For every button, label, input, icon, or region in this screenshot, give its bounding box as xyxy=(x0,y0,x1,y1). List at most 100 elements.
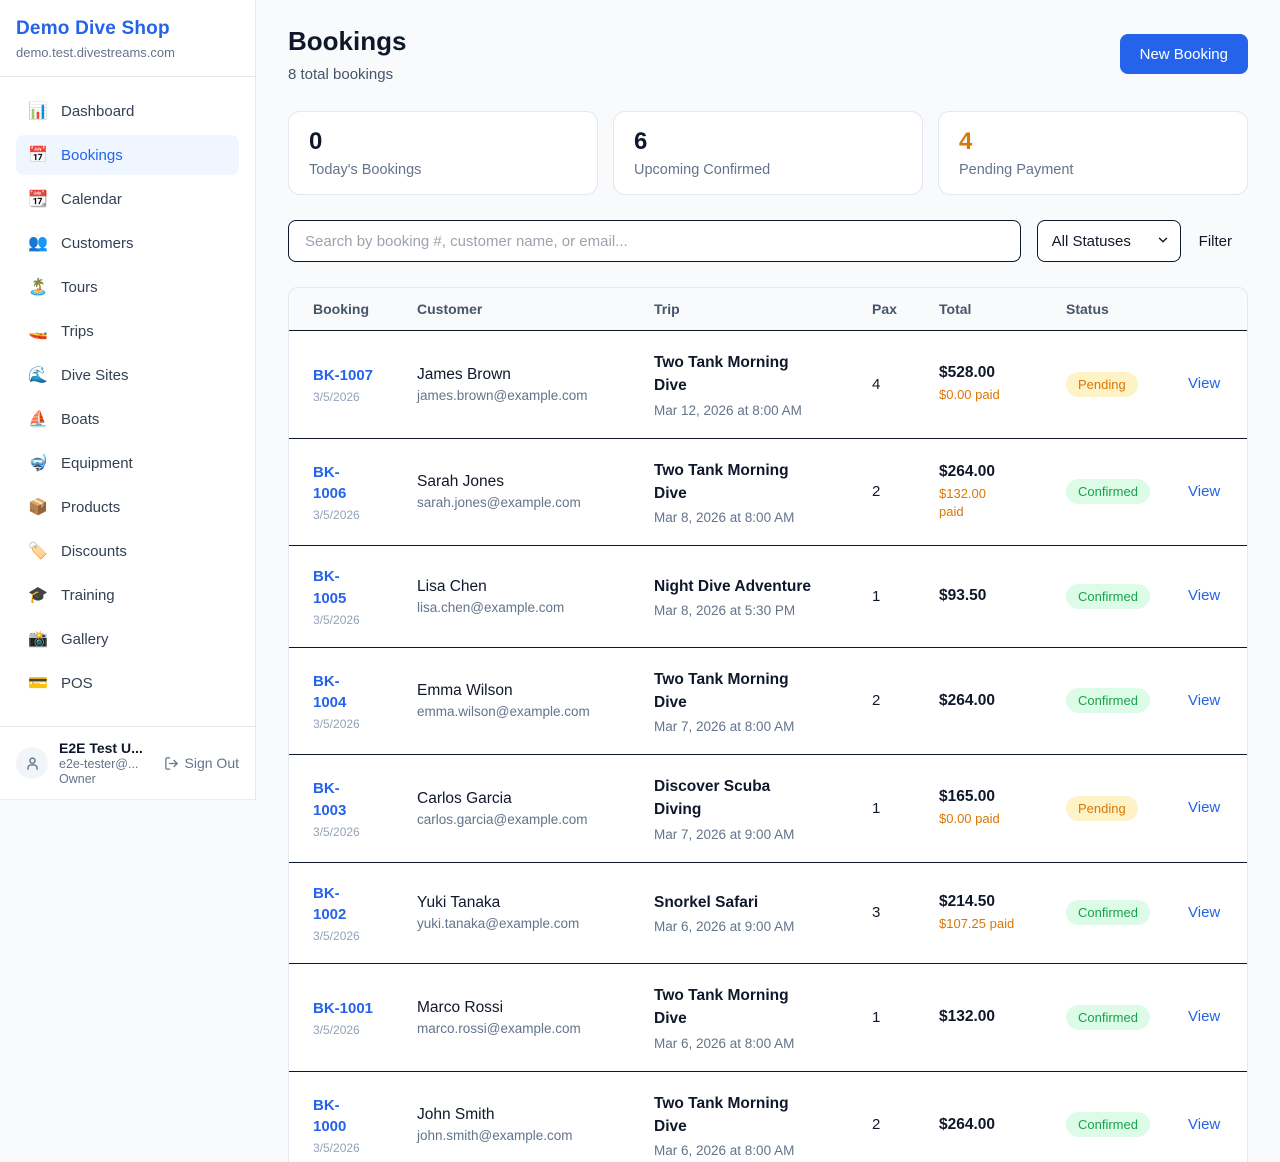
status-badge: Confirmed xyxy=(1066,479,1150,504)
sidebar-item-label: Dive Sites xyxy=(61,367,129,384)
status-select[interactable]: All Statuses xyxy=(1037,220,1181,262)
customer-name: Yuki Tanaka xyxy=(417,894,622,912)
sidebar-item-bookings[interactable]: 📅Bookings xyxy=(16,135,239,175)
trip-datetime: Mar 6, 2026 at 9:00 AM xyxy=(654,919,840,934)
booking-link[interactable]: BK-1001 xyxy=(313,998,373,1020)
sidebar-item-equipment[interactable]: 🤿 Equipment xyxy=(16,443,239,483)
sidebar-item-tours[interactable]: 🏝️Tours xyxy=(16,267,239,307)
customer-name: Lisa Chen xyxy=(417,578,622,596)
page-header: Bookings 8 total bookings New Booking xyxy=(288,26,1248,83)
sidebar-item-dashboard[interactable]: 📊Dashboard xyxy=(16,91,239,131)
view-link[interactable]: View xyxy=(1188,483,1220,500)
sidebar-item-label: Customers xyxy=(61,235,134,252)
column-header-actions xyxy=(1172,288,1247,331)
sidebar: Demo Dive Shop demo.test.divestreams.com… xyxy=(0,0,256,800)
sidebar-item-customers[interactable]: 👥 Customers xyxy=(16,223,239,263)
diving-mask-icon: 🤿 xyxy=(28,453,48,473)
pax-value: 3 xyxy=(856,862,923,964)
paid-amount: $0.00 paid xyxy=(939,810,1034,828)
booking-date: 3/5/2026 xyxy=(313,613,385,627)
booking-date: 3/5/2026 xyxy=(313,929,385,943)
stat-value: 0 xyxy=(309,129,577,155)
sidebar-item-discounts[interactable]: 🏷️Discounts xyxy=(16,531,239,571)
sidebar-item-training[interactable]: 🎓Training xyxy=(16,575,239,615)
view-link[interactable]: View xyxy=(1188,587,1220,604)
booking-link[interactable]: BK- 1002 xyxy=(313,883,346,927)
trip-datetime: Mar 12, 2026 at 8:00 AM xyxy=(654,403,840,418)
customer-name: Emma Wilson xyxy=(417,682,622,700)
booking-link[interactable]: BK- 1005 xyxy=(313,566,346,610)
customer-email: james.brown@example.com xyxy=(417,388,622,403)
booking-date: 3/5/2026 xyxy=(313,825,385,839)
user-meta: E2E Test U... e2e-tester@... Owner xyxy=(59,740,153,786)
trip-datetime: Mar 8, 2026 at 8:00 AM xyxy=(654,510,840,525)
view-link[interactable]: View xyxy=(1188,1116,1220,1133)
customer-name: Sarah Jones xyxy=(417,473,622,491)
people-icon: 👥 xyxy=(28,233,48,253)
booking-link[interactable]: BK- 1000 xyxy=(313,1095,346,1139)
filter-button[interactable]: Filter xyxy=(1197,233,1248,250)
column-header-customer: Customer xyxy=(401,288,638,331)
booking-date: 3/5/2026 xyxy=(313,717,385,731)
sidebar-item-boats[interactable]: ⛵Boats xyxy=(16,399,239,439)
trip-name: Discover Scuba Diving xyxy=(654,775,840,822)
view-link[interactable]: View xyxy=(1188,692,1220,709)
bookings-table: Booking Customer Trip Pax Total Status B… xyxy=(289,288,1247,1162)
stat-label: Pending Payment xyxy=(959,162,1227,178)
trip-name: Two Tank Morning Dive xyxy=(654,351,840,398)
pax-value: 2 xyxy=(856,438,923,546)
avatar xyxy=(16,747,48,779)
filter-row: All Statuses Filter xyxy=(288,220,1248,262)
bar-chart-icon: 📊 xyxy=(28,101,48,121)
sidebar-item-label: Training xyxy=(61,587,115,604)
booking-date: 3/5/2026 xyxy=(313,390,385,404)
sidebar-item-products[interactable]: 📦Products xyxy=(16,487,239,527)
booking-link[interactable]: BK- 1006 xyxy=(313,462,346,506)
view-link[interactable]: View xyxy=(1188,904,1220,921)
sidebar-item-calendar[interactable]: 📆 Calendar xyxy=(16,179,239,219)
status-badge: Confirmed xyxy=(1066,900,1150,925)
booking-link[interactable]: BK-1007 xyxy=(313,365,373,387)
customer-name: Marco Rossi xyxy=(417,999,622,1017)
total-amount: $264.00 xyxy=(939,463,1034,481)
user-name: E2E Test U... xyxy=(59,740,153,756)
sidebar-item-trips[interactable]: 🚤Trips xyxy=(16,311,239,351)
trip-name: Night Dive Adventure xyxy=(654,575,840,598)
sidebar-item-label: Discounts xyxy=(61,543,127,560)
customer-email: carlos.garcia@example.com xyxy=(417,812,622,827)
stat-value: 4 xyxy=(959,129,1227,155)
user-email: e2e-tester@... xyxy=(59,757,153,771)
sign-out-button[interactable]: Sign Out xyxy=(164,755,239,771)
table-row: BK-10013/5/2026 Marco Rossimarco.rossi@e… xyxy=(289,964,1247,1072)
total-amount: $165.00 xyxy=(939,788,1034,806)
sidebar-item-dive-sites[interactable]: 🌊Dive Sites xyxy=(16,355,239,395)
stat-card-pending-payment: 4 Pending Payment xyxy=(938,111,1248,195)
paid-amount: $0.00 paid xyxy=(939,386,1034,404)
column-header-trip: Trip xyxy=(638,288,856,331)
booking-link[interactable]: BK- 1004 xyxy=(313,671,346,715)
sidebar-item-label: Calendar xyxy=(61,191,122,208)
new-booking-button[interactable]: New Booking xyxy=(1120,34,1248,74)
table-row: BK-10073/5/2026 James Brownjames.brown@e… xyxy=(289,331,1247,439)
view-link[interactable]: View xyxy=(1188,799,1220,816)
pax-value: 2 xyxy=(856,647,923,755)
customer-name: Carlos Garcia xyxy=(417,790,622,808)
booking-link[interactable]: BK- 1003 xyxy=(313,778,346,822)
sidebar-item-pos[interactable]: 💳POS xyxy=(16,663,239,703)
stat-label: Today's Bookings xyxy=(309,162,577,178)
booking-date: 3/5/2026 xyxy=(313,1141,385,1155)
view-link[interactable]: View xyxy=(1188,375,1220,392)
main-content: Bookings 8 total bookings New Booking 0 … xyxy=(256,0,1280,1162)
trip-name: Two Tank Morning Dive xyxy=(654,1092,840,1139)
sign-out-label: Sign Out xyxy=(185,755,239,771)
tear-off-calendar-icon: 📆 xyxy=(28,189,48,209)
pax-value: 1 xyxy=(856,755,923,863)
sidebar-item-gallery[interactable]: 📸Gallery xyxy=(16,619,239,659)
search-input[interactable] xyxy=(288,220,1021,262)
credit-card-icon: 💳 xyxy=(28,673,48,693)
sidebar-item-label: Equipment xyxy=(61,455,133,472)
sidebar-item-label: Tours xyxy=(61,279,98,296)
customer-email: marco.rossi@example.com xyxy=(417,1021,622,1036)
view-link[interactable]: View xyxy=(1188,1008,1220,1025)
trip-name: Two Tank Morning Dive xyxy=(654,668,840,715)
